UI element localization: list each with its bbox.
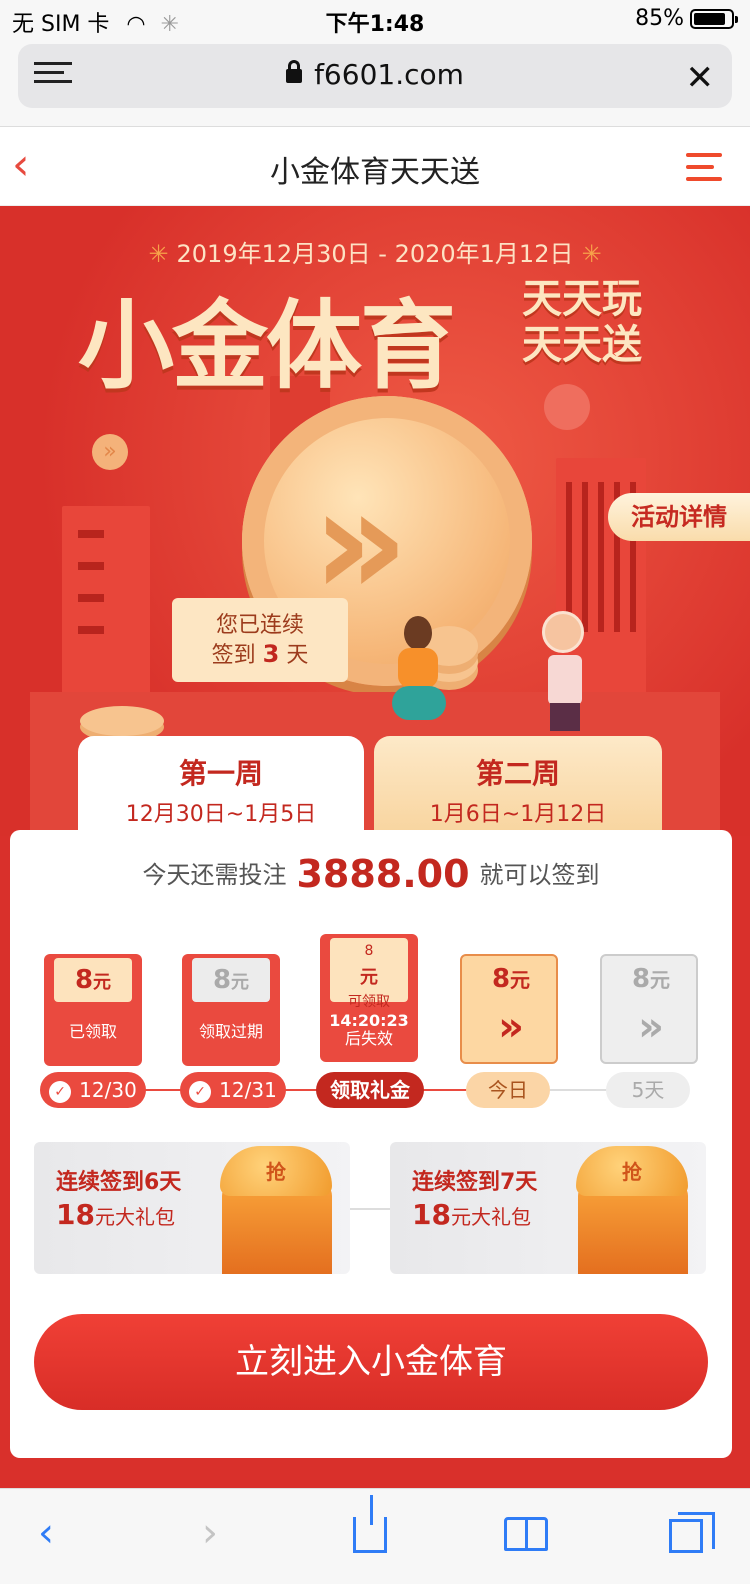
boy-illustration <box>540 611 590 731</box>
coin-stack-illustration <box>80 706 164 736</box>
gift-connector <box>350 1208 390 1210</box>
day-reward-future: 8元 » <box>600 954 698 1064</box>
tab-week-2[interactable]: 第二周 1月6日~1月12日 <box>374 736 662 836</box>
girl-illustration <box>392 616 448 726</box>
gift-title: 连续签到6天 <box>56 1170 182 1195</box>
required-amount: 3888.00 <box>296 852 470 896</box>
coin-icon: » <box>92 434 128 470</box>
forward-icon[interactable]: › <box>180 1503 240 1563</box>
status-bar: 无 SIM 卡 ◠ ✳ 下午1:48 85% <box>0 0 750 40</box>
progress-line <box>420 1089 470 1091</box>
slogan-line: 天天玩 <box>522 276 642 322</box>
progress-line <box>550 1089 610 1091</box>
day-reward-envelope: 8元 领取过期 <box>182 954 280 1066</box>
bet-requirement: 今天还需投注 3888.00 就可以签到 <box>142 852 600 896</box>
browser-chrome: f6601.com ✕ <box>0 40 750 126</box>
day-pill: ✓ 12/31 <box>180 1072 286 1108</box>
check-icon: ✓ <box>49 1081 72 1103</box>
bookmarks-icon[interactable] <box>496 1503 556 1563</box>
checkin-line2: 签到 3 天 <box>211 640 309 668</box>
streak-gift-7days[interactable]: 连续签到7天 18元大礼包 抢 <box>390 1142 706 1274</box>
url-display[interactable]: f6601.com <box>18 58 732 91</box>
reward-status: 领取过期 <box>198 1022 263 1041</box>
reward-countdown: 14:20:23 后失效 <box>329 1011 409 1048</box>
gift-lid-illustration: 抢 <box>220 1146 332 1196</box>
logo-icon: » <box>498 1004 524 1050</box>
gift-title: 连续签到7天 <box>412 1170 538 1195</box>
checkin-streak-ticket: 您已连续 签到 3 天 <box>172 598 348 682</box>
battery-percent: 85% <box>635 6 684 31</box>
tab-week-1[interactable]: 第一周 12月30日~1月5日 <box>78 736 364 836</box>
claim-bonus-button[interactable]: 领取礼金 <box>316 1072 424 1108</box>
reward-claimable-label: 可领取 <box>348 994 390 1010</box>
planet-illustration <box>544 384 590 430</box>
reward-amount: 8元 <box>631 964 671 994</box>
battery-status: 85% <box>635 6 738 31</box>
url-text: f6601.com <box>314 58 464 91</box>
day-reward-today: 8元 » <box>460 954 558 1064</box>
sparkle-icon: ✳ <box>148 240 169 268</box>
sparkle-icon: ✳ <box>581 240 602 268</box>
day-pill-future: 5天 <box>606 1072 690 1108</box>
logo-icon: » <box>638 1004 664 1050</box>
reward-amount: 8 元可领取 <box>330 938 408 1010</box>
checkin-line1: 您已连续 <box>215 613 304 638</box>
day-pill-today: 今日 <box>466 1072 550 1108</box>
gift-lid-illustration: 抢 <box>576 1146 688 1196</box>
back-icon[interactable]: ‹ <box>16 1503 76 1563</box>
close-icon[interactable]: ✕ <box>686 58 715 98</box>
page-title: 小金体育天天送 <box>270 155 480 190</box>
reward-status: 已领取 <box>68 1022 117 1041</box>
checkin-card: 今天还需投注 3888.00 就可以签到 8元 已领取 ✓ 12/30 8元 领取过期… <box>10 830 732 1458</box>
day-reward-envelope-claimable[interactable]: 8 元可领取 14:20:23 后失效 <box>320 934 418 1062</box>
check-icon: ✓ <box>189 1081 212 1103</box>
reward-amount: 8元 <box>192 958 270 1002</box>
date-range-text: 2019年12月30日 - 2020年1月12日 <box>176 240 574 268</box>
tabs-icon[interactable] <box>656 1503 716 1563</box>
gift-amount: 18元大礼包 <box>56 1198 175 1231</box>
share-icon[interactable] <box>340 1495 400 1563</box>
enter-site-button[interactable]: 立刻进入小金体育 <box>34 1314 708 1410</box>
address-bar[interactable]: f6601.com ✕ <box>18 44 732 108</box>
gift-amount: 18元大礼包 <box>412 1198 531 1231</box>
day-pill: ✓ 12/30 <box>40 1072 146 1108</box>
banner-title: 小金体育 <box>78 290 456 402</box>
tab-week-range: 1月6日~1月12日 <box>429 802 607 827</box>
slogan-line: 天天送 <box>522 322 642 368</box>
reward-amount: 8元 <box>54 958 132 1002</box>
page-header: ‹ 小金体育天天送 <box>0 126 750 206</box>
activity-details-button[interactable]: 活动详情 <box>608 493 750 541</box>
tab-week-range: 12月30日~1月5日 <box>125 802 317 827</box>
date-range: ✳ 2019年12月30日 - 2020年1月12日 ✳ <box>0 234 750 269</box>
browser-toolbar: ‹ › <box>0 1488 750 1584</box>
tab-week-title: 第二周 <box>475 757 560 790</box>
promo-banner: ✳ 2019年12月30日 - 2020年1月12日 ✳ » 小金体育 天天玩 天天… <box>0 206 750 836</box>
hamburger-icon[interactable] <box>686 153 722 189</box>
tab-week-title: 第一周 <box>178 757 263 790</box>
day-reward-envelope: 8元 已领取 <box>44 954 142 1066</box>
reward-amount: 8元 <box>491 964 531 994</box>
checkin-days: 3 <box>262 640 280 668</box>
battery-icon <box>690 8 738 29</box>
banner-slogan: 天天玩 天天送 <box>522 276 642 368</box>
streak-gift-6days[interactable]: 连续签到6天 18元大礼包 抢 <box>34 1142 350 1274</box>
lock-icon <box>286 60 303 83</box>
